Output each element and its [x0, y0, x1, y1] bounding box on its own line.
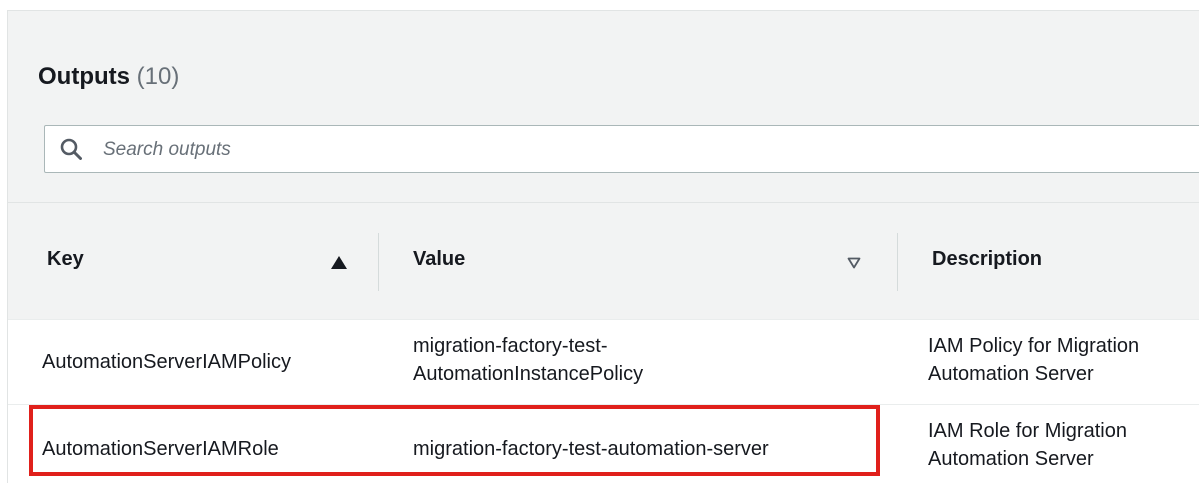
column-divider[interactable] [378, 233, 379, 291]
column-header-value[interactable]: Value [413, 248, 465, 271]
row-description-line: Automation Server [928, 448, 1094, 470]
row-value-line: AutomationInstancePolicy [413, 363, 644, 385]
row-value: migration-factory-test-automation-server [413, 438, 769, 460]
outputs-count: (10) [136, 63, 180, 90]
row-description: IAM Policy for Migration Automation Serv… [928, 332, 1139, 388]
page: Outputs (10) Search outputs Key Value De… [0, 0, 1199, 483]
search-icon [60, 138, 82, 160]
table-row: AutomationServerIAMRole migration-factor… [8, 404, 1199, 483]
outputs-title: Outputs [38, 63, 130, 90]
outputs-table: Key Value Description AutomationServerIA… [8, 202, 1199, 483]
table-header: Key Value Description [8, 202, 1199, 319]
outputs-header: Outputs (10) [38, 63, 179, 91]
search-input[interactable]: Search outputs [44, 125, 1199, 173]
search-placeholder: Search outputs [103, 139, 231, 160]
row-description-line: IAM Role for Migration [928, 420, 1127, 442]
row-value-line: migration-factory-test- [413, 335, 608, 357]
column-header-key[interactable]: Key [47, 248, 84, 271]
column-divider[interactable] [897, 233, 898, 291]
sort-ascending-icon[interactable] [331, 256, 347, 269]
row-key: AutomationServerIAMPolicy [42, 351, 291, 373]
row-description-line: IAM Policy for Migration [928, 335, 1140, 357]
column-header-description[interactable]: Description [932, 248, 1042, 271]
row-key: AutomationServerIAMRole [42, 438, 279, 460]
row-description: IAM Role for Migration Automation Server [928, 417, 1127, 473]
sort-descending-outline-icon[interactable] [847, 257, 861, 269]
row-value: migration-factory-test- AutomationInstan… [413, 332, 643, 388]
table-row: AutomationServerIAMPolicy migration-fact… [8, 319, 1199, 404]
row-description-line: Automation Server [928, 363, 1094, 385]
